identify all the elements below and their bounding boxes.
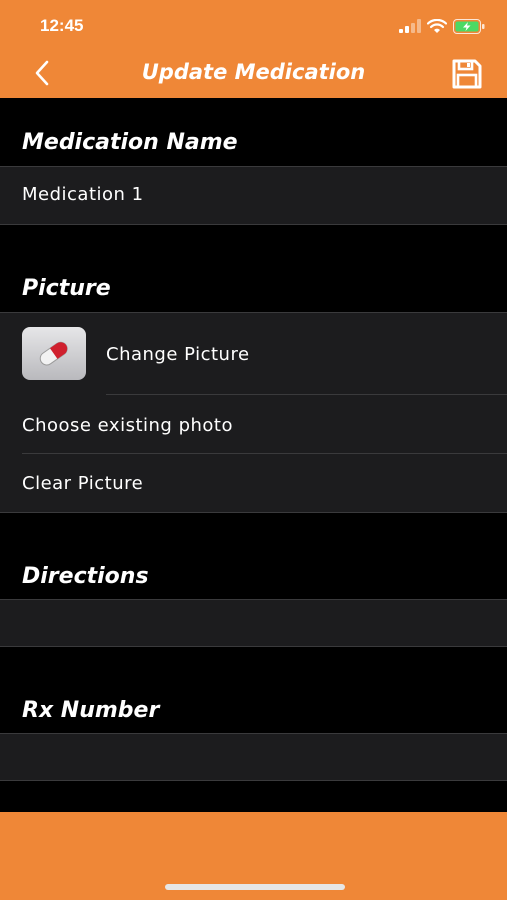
- divider: [106, 394, 507, 395]
- wifi-icon: [427, 18, 447, 33]
- choose-existing-photo-button[interactable]: Choose existing photo: [22, 415, 233, 436]
- divider: [0, 166, 507, 167]
- divider: [0, 780, 507, 781]
- change-picture-button[interactable]: Change Picture: [106, 344, 250, 365]
- page-title: Update Medication: [141, 60, 366, 84]
- clear-picture-button[interactable]: Clear Picture: [22, 473, 143, 494]
- directions-header: Directions: [22, 564, 149, 589]
- rx-number-field[interactable]: [0, 733, 507, 780]
- save-button[interactable]: [451, 58, 483, 90]
- medication-name-field[interactable]: Medication 1: [0, 166, 507, 224]
- divider: [0, 224, 507, 225]
- status-icons: [399, 18, 485, 34]
- picture-header: Picture: [22, 276, 111, 301]
- medication-thumbnail: [22, 327, 86, 380]
- pill-capsule-icon: [39, 341, 68, 366]
- divider: [0, 512, 507, 513]
- medication-name-value[interactable]: Medication 1: [22, 184, 144, 205]
- nav-bar: 12:45 Update Medication: [0, 0, 507, 98]
- rx-number-header: Rx Number: [22, 698, 160, 723]
- status-time: 12:45: [40, 16, 84, 35]
- divider: [0, 312, 507, 313]
- cellular-signal-icon: [399, 19, 421, 33]
- medication-name-header: Medication Name: [22, 130, 238, 155]
- divider: [0, 599, 507, 600]
- divider: [22, 453, 507, 454]
- divider: [0, 646, 507, 647]
- divider: [0, 733, 507, 734]
- battery-charging-icon: [453, 18, 485, 34]
- home-indicator[interactable]: [165, 884, 345, 890]
- floppy-disk-icon: [452, 59, 482, 89]
- directions-field[interactable]: [0, 599, 507, 646]
